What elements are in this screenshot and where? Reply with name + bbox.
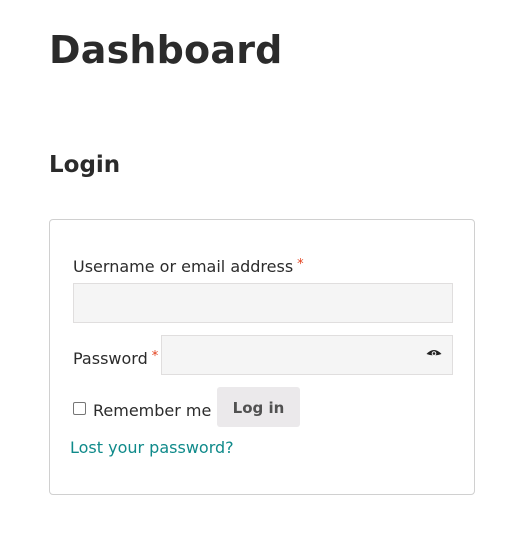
required-mark: * — [151, 349, 159, 364]
page-title: Dashboard — [49, 28, 283, 72]
password-label: Password * — [73, 349, 158, 368]
password-label-text: Password — [73, 349, 148, 368]
required-mark: * — [297, 257, 304, 272]
login-button[interactable]: Log in — [217, 387, 300, 427]
login-section-title: Login — [49, 152, 121, 178]
username-label: Username or email address * — [73, 257, 304, 276]
remember-me-label[interactable]: Remember me — [93, 401, 211, 420]
remember-me-checkbox[interactable] — [73, 402, 86, 415]
password-input[interactable] — [161, 335, 453, 375]
lost-password-link[interactable]: Lost your password? — [70, 438, 234, 457]
username-input[interactable] — [73, 283, 453, 323]
username-label-text: Username or email address — [73, 257, 294, 276]
eye-icon[interactable] — [426, 349, 442, 359]
